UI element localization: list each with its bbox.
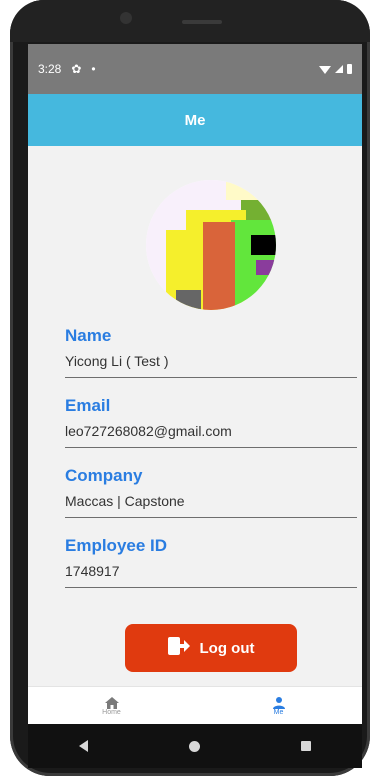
profile-content: Name Yicong Li ( Test ) Email leo7272680… xyxy=(28,146,362,666)
logout-label: Log out xyxy=(199,639,255,657)
company-value: Maccas | Capstone xyxy=(65,493,357,518)
notification-dot: • xyxy=(91,62,96,76)
wifi-icon xyxy=(319,66,331,74)
status-time: 3:28 xyxy=(38,62,62,76)
avatar[interactable] xyxy=(146,180,276,310)
avatar-image xyxy=(146,180,276,310)
email-field: Email leo727268082@gmail.com xyxy=(65,396,357,448)
tab-home-label: Home xyxy=(102,708,121,716)
name-field: Name Yicong Li ( Test ) xyxy=(65,326,357,378)
logout-button[interactable]: Log out xyxy=(125,624,297,672)
front-camera xyxy=(120,12,132,24)
home-icon xyxy=(104,696,119,709)
app-bar: Me xyxy=(28,94,362,146)
back-icon[interactable] xyxy=(78,740,88,752)
company-field: Company Maccas | Capstone xyxy=(65,466,357,518)
device-bezel-top xyxy=(10,0,370,42)
email-label: Email xyxy=(65,396,111,415)
battery-icon xyxy=(347,64,352,74)
name-value: Yicong Li ( Test ) xyxy=(65,353,357,378)
logout-icon xyxy=(167,637,190,659)
employee-id-label: Employee ID xyxy=(65,536,168,555)
tab-me-label: Me xyxy=(273,708,284,716)
recent-apps-icon[interactable] xyxy=(301,741,312,751)
earpiece-speaker xyxy=(182,20,222,24)
page-title: Me xyxy=(184,111,206,129)
signal-icon xyxy=(335,65,343,73)
home-button-icon[interactable] xyxy=(188,740,200,752)
person-icon xyxy=(272,696,285,709)
email-value: leo727268082@gmail.com xyxy=(65,423,357,448)
status-bar: 3:28 ✿ • xyxy=(28,44,362,94)
company-label: Company xyxy=(65,466,143,485)
bottom-tab-bar: Home Me xyxy=(28,686,362,724)
system-nav-bar xyxy=(28,724,362,768)
status-icons xyxy=(319,64,352,74)
employee-id-field: Employee ID 1748917 xyxy=(65,536,357,588)
employee-id-value: 1748917 xyxy=(65,563,357,588)
gear-icon: ✿ xyxy=(71,62,82,76)
app-screen: 3:28 ✿ • Me Name Yicong Li (Test) Emai… xyxy=(28,44,362,724)
name-label: Name xyxy=(65,326,112,345)
tab-home[interactable]: Home xyxy=(28,687,195,724)
tab-me[interactable]: Me xyxy=(195,687,362,724)
